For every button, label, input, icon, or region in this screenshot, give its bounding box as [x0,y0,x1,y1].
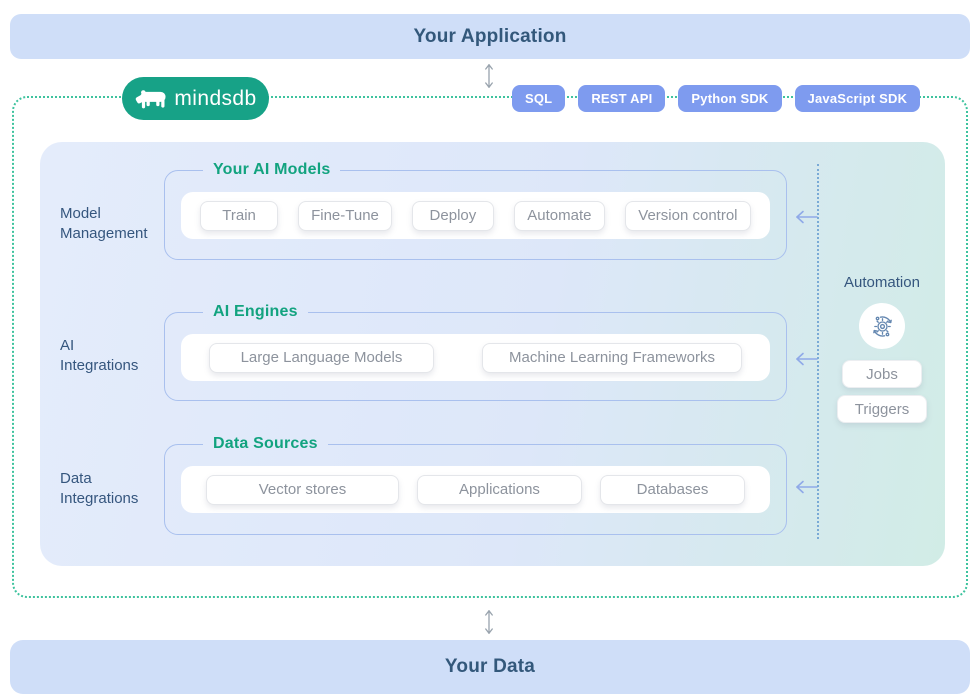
model-management-label: Model Management [60,204,170,244]
ai-engines-title: AI Engines [203,303,308,321]
integration-panel: Model Management Your AI Models Train Fi… [40,142,945,566]
left-arrow-icon [793,351,819,367]
javascript-sdk-button[interactable]: JavaScript SDK [795,85,921,112]
api-buttons-row: SQL REST API Python SDK JavaScript SDK [512,85,920,112]
data-sources-chip-bar: Vector stores Applications Databases [181,466,770,513]
sql-button[interactable]: SQL [512,85,565,112]
left-arrow-icon [793,479,819,495]
mindsdb-logo-text: mindsdb [174,87,256,111]
version-control-button[interactable]: Version control [625,201,751,231]
rest-api-button[interactable]: REST API [578,85,665,112]
left-arrow-icon [793,209,819,225]
ai-models-chip-bar: Train Fine-Tune Deploy Automate Version … [181,192,770,239]
your-ai-models-title: Your AI Models [203,161,340,179]
large-language-models-button[interactable]: Large Language Models [209,343,434,373]
your-application-bar: Your Application [10,14,970,59]
fine-tune-button[interactable]: Fine-Tune [298,201,392,231]
vector-stores-button[interactable]: Vector stores [206,475,399,505]
your-application-label: Your Application [413,26,566,48]
ai-integrations-label: AI Integrations [60,336,170,376]
machine-learning-frameworks-button[interactable]: Machine Learning Frameworks [482,343,742,373]
data-sources-title: Data Sources [203,435,328,453]
jobs-button[interactable]: Jobs [842,360,922,388]
your-data-label: Your Data [445,656,535,678]
data-integrations-label: Data Integrations [60,469,170,509]
deploy-button[interactable]: Deploy [412,201,494,231]
your-ai-models-section: Your AI Models Train Fine-Tune Deploy Au… [164,161,787,260]
ai-engines-section: AI Engines Large Language Models Machine… [164,303,787,401]
automation-icon-badge [859,303,905,349]
python-sdk-button[interactable]: Python SDK [678,85,781,112]
automation-gear-icon [869,313,896,340]
bidirectional-arrow-icon [482,608,496,636]
automation-title: Automation [844,274,920,291]
bear-icon [134,88,167,110]
automate-button[interactable]: Automate [514,201,605,231]
mindsdb-dotted-container: Model Management Your AI Models Train Fi… [12,96,968,598]
mindsdb-logo: mindsdb [122,77,269,120]
ai-engines-chip-bar: Large Language Models Machine Learning F… [181,334,770,381]
your-data-bar: Your Data [10,640,970,694]
mindsdb-architecture-diagram: Your Application Model Management Your A… [0,0,980,700]
databases-button[interactable]: Databases [600,475,745,505]
automation-lane: Automation [819,142,945,566]
triggers-button[interactable]: Triggers [837,395,927,423]
train-button[interactable]: Train [200,201,278,231]
data-sources-section: Data Sources Vector stores Applications … [164,435,787,535]
bidirectional-arrow-icon [482,62,496,90]
applications-button[interactable]: Applications [417,475,582,505]
